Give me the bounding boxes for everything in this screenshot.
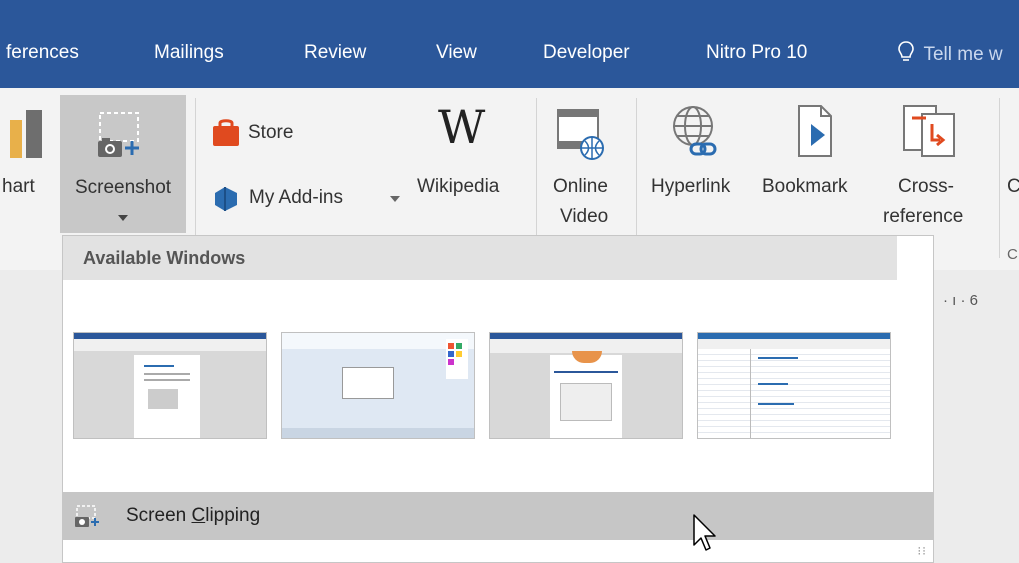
hyperlink-label: Hyperlink bbox=[651, 176, 731, 197]
tab-references[interactable]: ferences bbox=[6, 42, 79, 64]
cross-reference-label-1: Cross- bbox=[898, 176, 954, 197]
screenshot-label: Screenshot bbox=[74, 177, 172, 198]
cutoff-command-label[interactable]: C bbox=[1007, 174, 1019, 200]
tab-mailings[interactable]: Mailings bbox=[154, 42, 224, 64]
hyperlink-icon bbox=[673, 106, 717, 156]
ruler-text: · ı · 6 bbox=[943, 292, 979, 309]
chart-icon bbox=[10, 110, 42, 158]
ribbon-separator bbox=[195, 98, 196, 258]
available-windows-label: Available Windows bbox=[83, 248, 246, 268]
cross-reference-label-2: reference bbox=[883, 206, 964, 227]
screenshot-icon bbox=[98, 112, 139, 157]
tab-developer[interactable]: Developer bbox=[543, 42, 630, 64]
online-video-label-2: Video bbox=[560, 206, 609, 227]
available-windows-header: Available Windows bbox=[63, 236, 897, 280]
store-label: Store bbox=[248, 122, 294, 143]
chart-label: hart bbox=[2, 176, 35, 197]
lightbulb-icon bbox=[898, 41, 914, 61]
online-video-icon bbox=[557, 109, 604, 160]
cursor-icon bbox=[693, 514, 716, 551]
wikipedia-label: Wikipedia bbox=[417, 176, 500, 197]
tell-me-label: Tell me w bbox=[923, 44, 1003, 65]
clip-label-part: Screen bbox=[126, 505, 192, 526]
screenshot-dropdown: Available Windows Screen Clipping ⁝⁝ bbox=[62, 235, 934, 563]
window-thumbnail[interactable] bbox=[73, 332, 267, 439]
screenshot-button[interactable]: Screenshot bbox=[60, 95, 186, 233]
dropdown-arrow-icon[interactable] bbox=[390, 196, 400, 202]
ribbon-tab-bar: ferences Mailings Review View Developer … bbox=[0, 0, 1019, 88]
addins-icon bbox=[215, 187, 237, 211]
window-thumbnail[interactable] bbox=[489, 332, 683, 439]
bookmark-label: Bookmark bbox=[762, 176, 848, 197]
window-thumbnail[interactable] bbox=[281, 332, 475, 439]
bookmark-icon bbox=[798, 105, 832, 157]
wikipedia-icon: W bbox=[438, 100, 486, 154]
screen-clipping-label: Screen Clipping bbox=[126, 505, 260, 527]
store-icon bbox=[213, 119, 239, 146]
dropdown-arrow-icon[interactable] bbox=[118, 215, 128, 221]
tab-view[interactable]: View bbox=[436, 42, 477, 64]
window-thumbnail[interactable] bbox=[697, 332, 891, 439]
resize-grip-icon[interactable]: ⁝⁝ bbox=[917, 544, 927, 558]
screen-clipping-menu-item[interactable]: Screen Clipping bbox=[63, 492, 933, 540]
cutoff-group-label: C bbox=[1007, 246, 1018, 263]
my-addins-label: My Add-ins bbox=[249, 187, 343, 208]
clip-label-part: lipping bbox=[205, 505, 261, 526]
cross-reference-icon bbox=[903, 105, 955, 157]
ruler: · ı · 6 bbox=[935, 290, 1019, 312]
clip-label-accelerator: C bbox=[191, 505, 206, 526]
ribbon-separator bbox=[636, 98, 637, 258]
tab-nitro-pro[interactable]: Nitro Pro 10 bbox=[706, 42, 807, 64]
screen-clipping-icon bbox=[75, 505, 99, 527]
tell-me-box[interactable]: Tell me w bbox=[897, 40, 1003, 66]
ribbon-separator bbox=[536, 98, 537, 258]
online-video-label-1: Online bbox=[553, 176, 608, 197]
tab-review[interactable]: Review bbox=[304, 42, 366, 64]
ribbon-separator bbox=[999, 98, 1000, 258]
